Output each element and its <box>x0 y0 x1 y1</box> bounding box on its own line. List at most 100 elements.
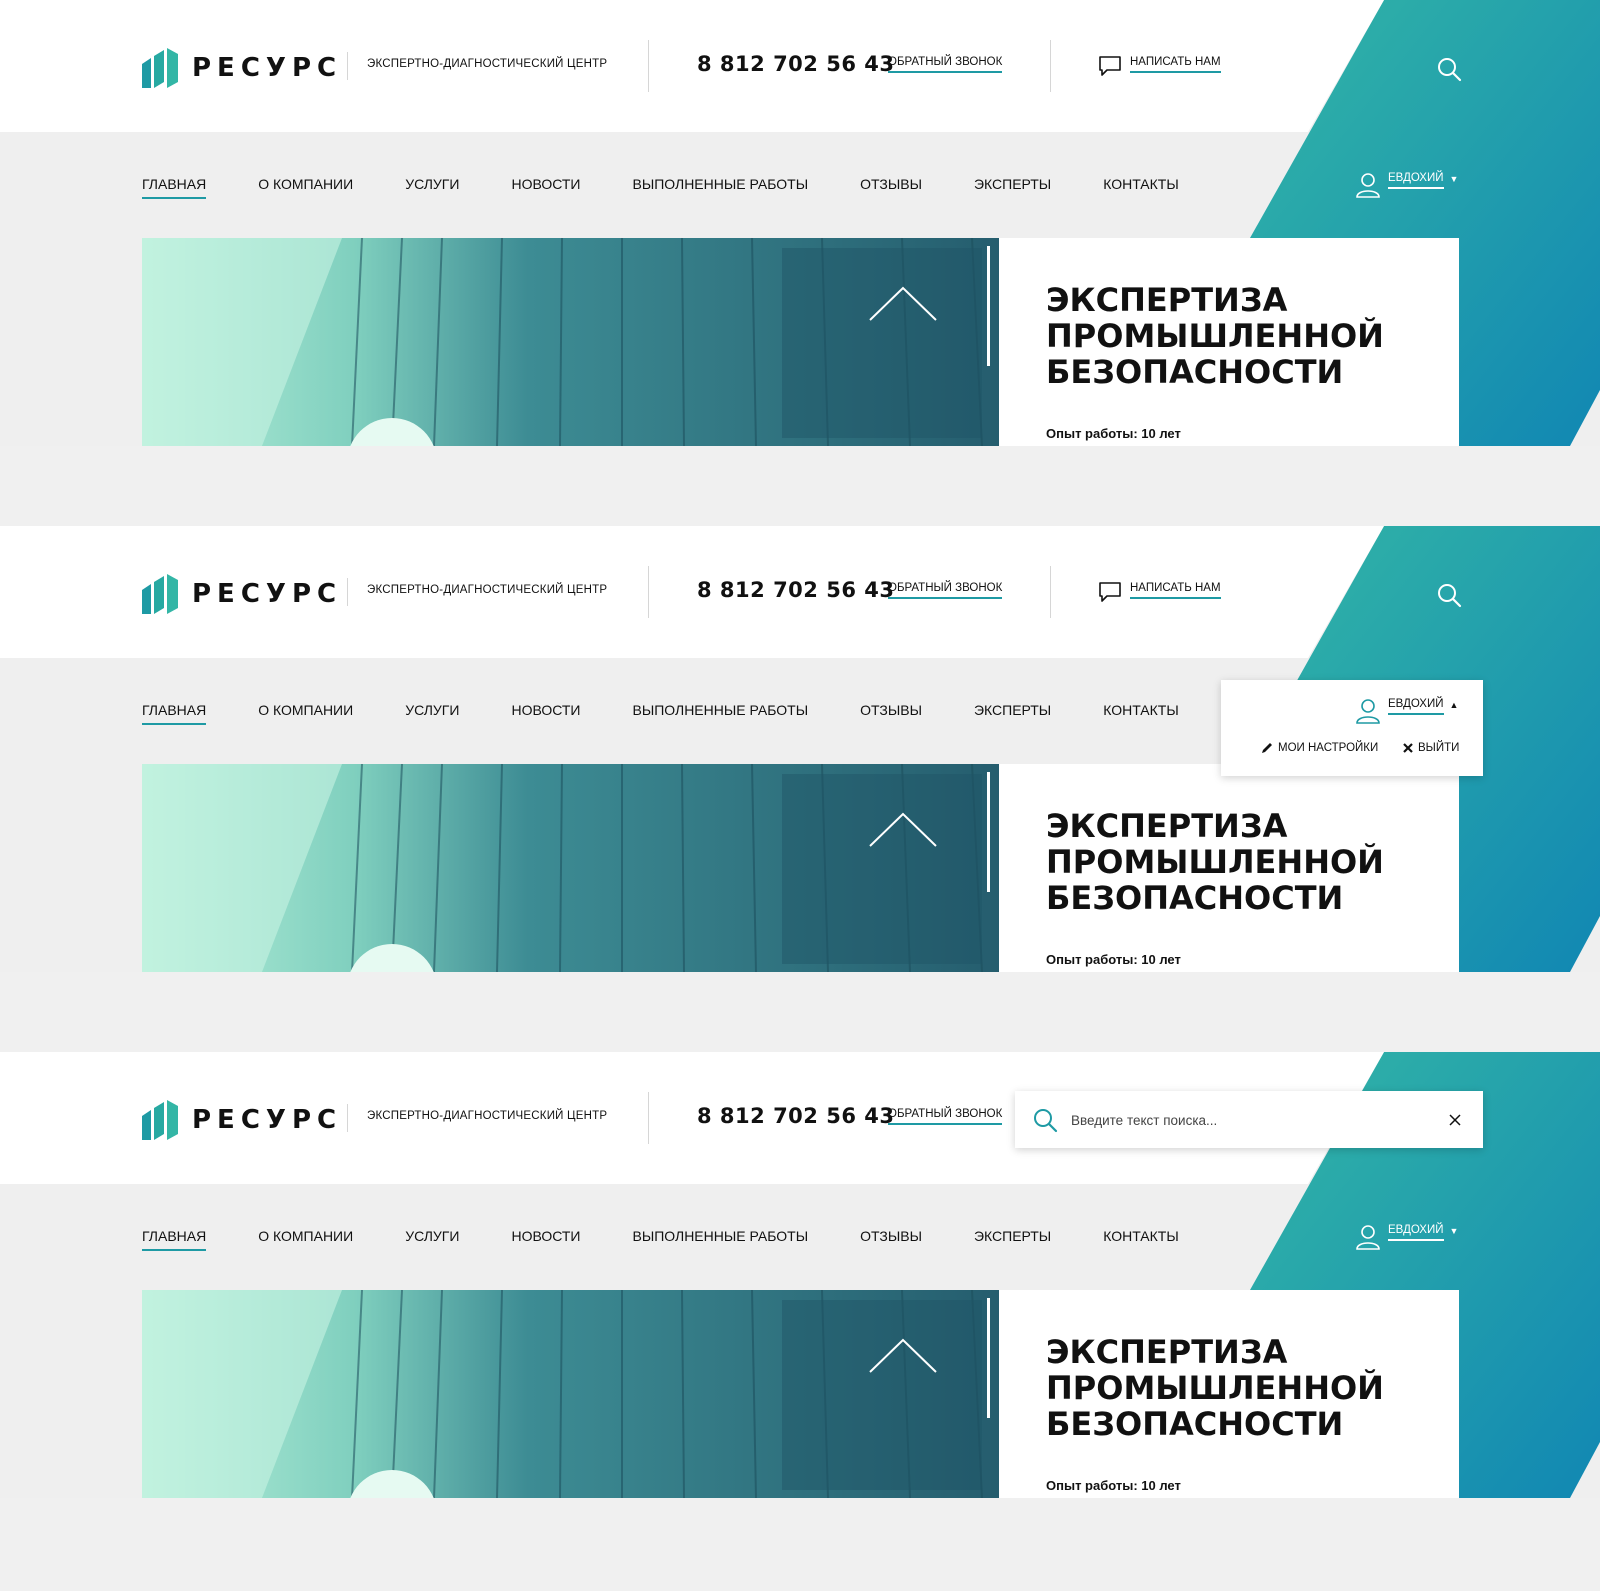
search-icon[interactable] <box>1436 582 1462 608</box>
containers-photo <box>142 764 999 972</box>
nav-item-contacts[interactable]: КОНТАКТЫ <box>1103 1228 1179 1251</box>
callback-link[interactable]: ОБРАТНЫЙ ЗВОНОК <box>888 1108 1003 1125</box>
nav-item-services[interactable]: УСЛУГИ <box>405 702 459 725</box>
nav-item-home[interactable]: ГЛАВНАЯ <box>142 1228 207 1251</box>
search-input[interactable] <box>1069 1105 1433 1135</box>
divider <box>347 578 348 606</box>
my-settings-label: МОИ НАСТРОЙКИ <box>1278 742 1379 754</box>
hero-title: ЭКСПЕРТИЗА ПРОМЫШЛЕННОЙ БЕЗОПАСНОСТИ <box>1046 808 1384 916</box>
user-icon <box>1356 699 1380 724</box>
slider-indicator <box>987 1298 990 1418</box>
nav-item-news[interactable]: НОВОСТИ <box>511 1228 580 1251</box>
slider-indicator <box>987 772 990 892</box>
divider <box>648 40 649 92</box>
nav-item-experts[interactable]: ЭКСПЕРТЫ <box>974 1228 1051 1251</box>
state-user-menu-open: РЕСУРС ЭКСПЕРТНО-ДИАГНОСТИЧЕСКИЙ ЦЕНТР 8… <box>0 526 1600 972</box>
divider <box>347 1104 348 1132</box>
phone-number[interactable]: 8 812 702 56 43 <box>697 1104 894 1128</box>
brand-name: РЕСУРС <box>192 1105 343 1135</box>
main-nav: ГЛАВНАЯ О КОМПАНИИ УСЛУГИ НОВОСТИ ВЫПОЛН… <box>142 1228 1231 1251</box>
hero-card: ЭКСПЕРТИЗА ПРОМЫШЛЕННОЙ БЕЗОПАСНОСТИ Опы… <box>999 1290 1459 1498</box>
hero-title-line: ЭКСПЕРТИЗА <box>1046 1333 1288 1371</box>
chat-bubble-icon <box>1099 582 1121 602</box>
nav-item-reviews[interactable]: ОТЗЫВЫ <box>860 176 922 199</box>
my-settings-item[interactable]: МОИ НАСТРОЙКИ <box>1261 742 1378 754</box>
chevron-up-icon[interactable] <box>868 284 938 324</box>
hero-title-line: ПРОМЫШЛЕННОЙ <box>1046 1369 1384 1407</box>
nav-item-works[interactable]: ВЫПОЛНЕННЫЕ РАБОТЫ <box>632 176 808 199</box>
brand-name: РЕСУРС <box>192 579 343 609</box>
hero-title-line: ЭКСПЕРТИЗА <box>1046 807 1288 845</box>
main-nav: ГЛАВНАЯ О КОМПАНИИ УСЛУГИ НОВОСТИ ВЫПОЛН… <box>142 702 1231 725</box>
nav-item-reviews[interactable]: ОТЗЫВЫ <box>860 702 922 725</box>
hero-title-line: ЭКСПЕРТИЗА <box>1046 281 1288 319</box>
close-icon[interactable] <box>1446 1111 1464 1129</box>
write-us-link[interactable]: НАПИСАТЬ НАМ <box>1098 54 1221 78</box>
tagline: ЭКСПЕРТНО-ДИАГНОСТИЧЕСКИЙ ЦЕНТР <box>367 584 608 596</box>
caret-up-icon: ▲ <box>1449 700 1459 710</box>
nav-item-experts[interactable]: ЭКСПЕРТЫ <box>974 176 1051 199</box>
hero-card: ЭКСПЕРТИЗА ПРОМЫШЛЕННОЙ БЕЗОПАСНОСТИ Опы… <box>999 764 1459 972</box>
nav-item-contacts[interactable]: КОНТАКТЫ <box>1103 702 1179 725</box>
hero-image <box>142 764 999 972</box>
logo[interactable]: РЕСУРС <box>142 574 342 614</box>
nav-item-home[interactable]: ГЛАВНАЯ <box>142 702 207 725</box>
divider <box>648 566 649 618</box>
phone-number[interactable]: 8 812 702 56 43 <box>697 578 894 602</box>
chevron-up-icon[interactable] <box>868 1336 938 1376</box>
callback-link[interactable]: ОБРАТНЫЙ ЗВОНОК <box>888 582 1003 599</box>
search-bar <box>1015 1091 1483 1148</box>
search-icon[interactable] <box>1436 56 1462 82</box>
chevron-up-icon[interactable] <box>868 810 938 850</box>
nav-item-reviews[interactable]: ОТЗЫВЫ <box>860 1228 922 1251</box>
nav-item-services[interactable]: УСЛУГИ <box>405 176 459 199</box>
logo[interactable]: РЕСУРС <box>142 1100 342 1140</box>
pencil-icon <box>1262 743 1272 753</box>
caret-down-icon: ▼ <box>1449 174 1459 184</box>
phone-number[interactable]: 8 812 702 56 43 <box>697 52 894 76</box>
ribbon-logo-icon <box>142 574 178 614</box>
hero-image <box>142 238 999 446</box>
nav-item-about[interactable]: О КОМПАНИИ <box>258 176 353 199</box>
logo[interactable]: РЕСУРС <box>142 48 342 88</box>
nav-item-services[interactable]: УСЛУГИ <box>405 1228 459 1251</box>
write-us-link[interactable]: НАПИСАТЬ НАМ <box>1098 580 1221 604</box>
nav-item-news[interactable]: НОВОСТИ <box>511 702 580 725</box>
experience-text: Опыт работы: 10 лет <box>1046 952 1181 967</box>
brand-name: РЕСУРС <box>192 53 343 83</box>
chat-bubble-icon <box>1099 56 1121 76</box>
tagline: ЭКСПЕРТНО-ДИАГНОСТИЧЕСКИЙ ЦЕНТР <box>367 1110 608 1122</box>
hero-image <box>142 1290 999 1498</box>
nav-item-about[interactable]: О КОМПАНИИ <box>258 1228 353 1251</box>
hero-card: ЭКСПЕРТИЗА ПРОМЫШЛЕННОЙ БЕЗОПАСНОСТИ Опы… <box>999 238 1459 446</box>
nav-item-news[interactable]: НОВОСТИ <box>511 176 580 199</box>
user-icon <box>1356 1225 1380 1250</box>
hero-title: ЭКСПЕРТИЗА ПРОМЫШЛЕННОЙ БЕЗОПАСНОСТИ <box>1046 282 1384 390</box>
logout-item[interactable]: ВЫЙТИ <box>1403 742 1459 754</box>
containers-photo <box>142 1290 999 1498</box>
divider <box>1050 566 1051 618</box>
site-header: РЕСУРС ЭКСПЕРТНО-ДИАГНОСТИЧЕСКИЙ ЦЕНТР 8… <box>0 1052 1600 1184</box>
nav-item-home[interactable]: ГЛАВНАЯ <box>142 176 207 199</box>
experience-text: Опыт работы: 10 лет <box>1046 426 1181 441</box>
nav-item-about[interactable]: О КОМПАНИИ <box>258 702 353 725</box>
hero-title-line: ПРОМЫШЛЕННОЙ <box>1046 843 1384 881</box>
write-us-label: НАПИСАТЬ НАМ <box>1130 56 1221 73</box>
ribbon-logo-icon <box>142 48 178 88</box>
user-menu-toggle[interactable]: ЕВДОХИЙ ▼ <box>1356 172 1458 198</box>
divider <box>648 1092 649 1144</box>
user-dropdown: ЕВДОХИЙ ▲ МОИ НАСТРОЙКИ ВЫЙТИ <box>1221 680 1483 776</box>
callback-link[interactable]: ОБРАТНЫЙ ЗВОНОК <box>888 56 1003 73</box>
experience-text: Опыт работы: 10 лет <box>1046 1478 1181 1493</box>
nav-item-contacts[interactable]: КОНТАКТЫ <box>1103 176 1179 199</box>
nav-item-works[interactable]: ВЫПОЛНЕННЫЕ РАБОТЫ <box>632 1228 808 1251</box>
nav-item-experts[interactable]: ЭКСПЕРТЫ <box>974 702 1051 725</box>
containers-photo <box>142 238 999 446</box>
user-menu-toggle[interactable]: ЕВДОХИЙ ▲ <box>1356 698 1458 724</box>
ribbon-logo-icon <box>142 1100 178 1140</box>
logout-label: ВЫЙТИ <box>1418 742 1460 754</box>
user-menu-toggle[interactable]: ЕВДОХИЙ ▼ <box>1356 1224 1458 1250</box>
state-default: РЕСУРС ЭКСПЕРТНО-ДИАГНОСТИЧЕСКИЙ ЦЕНТР 8… <box>0 0 1600 446</box>
divider <box>347 52 348 80</box>
nav-item-works[interactable]: ВЫПОЛНЕННЫЕ РАБОТЫ <box>632 702 808 725</box>
